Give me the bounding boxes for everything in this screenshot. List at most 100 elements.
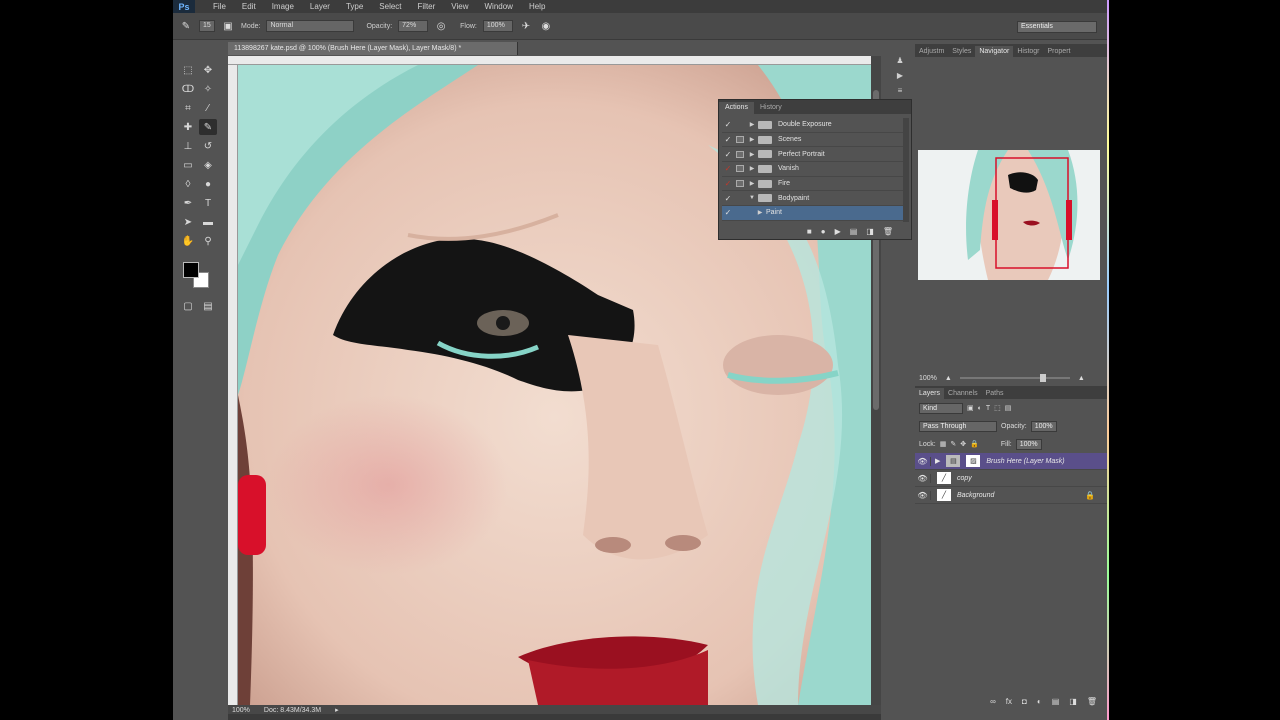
smart-filter-icon[interactable]: ▤ bbox=[1005, 404, 1012, 412]
navigator-zoom-value[interactable]: 100% bbox=[919, 375, 937, 382]
eraser-tool-icon[interactable]: ▭ bbox=[179, 157, 197, 173]
marquee-tool-icon[interactable]: ⬚ bbox=[179, 62, 197, 78]
adjust-filter-icon[interactable]: ◐ bbox=[978, 405, 982, 412]
stop-icon[interactable]: ■ bbox=[807, 227, 812, 236]
toggle-check-icon[interactable]: ✓ bbox=[722, 208, 734, 217]
lock-all-icon[interactable]: 🔒 bbox=[970, 440, 979, 448]
collapse-triangle-icon[interactable]: ▼ bbox=[746, 195, 758, 201]
dodge-tool-icon[interactable]: ● bbox=[199, 176, 217, 192]
dialog-toggle-icon[interactable] bbox=[734, 150, 746, 159]
visibility-eye-icon[interactable]: 👁 bbox=[915, 473, 931, 483]
tab-layers[interactable]: Layers bbox=[915, 388, 945, 399]
kind-filter-select[interactable]: Kind bbox=[919, 402, 963, 414]
shape-tool-icon[interactable]: ▬ bbox=[199, 214, 217, 230]
crop-tool-icon[interactable]: ⌗ bbox=[179, 100, 197, 116]
navigator-preview[interactable] bbox=[918, 150, 1100, 280]
adjustment-layer-icon[interactable]: ◐ bbox=[1037, 697, 1042, 706]
actions-panel-icon[interactable]: ▶ bbox=[897, 71, 903, 80]
toggle-check-icon[interactable]: ✓ bbox=[722, 179, 734, 188]
new-set-icon[interactable]: ▤ bbox=[850, 227, 858, 236]
type-tool-icon[interactable]: T bbox=[199, 195, 217, 211]
layer-opacity-field[interactable]: 100% bbox=[1030, 420, 1057, 432]
dialog-toggle-icon[interactable] bbox=[734, 179, 746, 188]
expand-triangle-icon[interactable]: ▶ bbox=[746, 151, 758, 158]
path-select-tool-icon[interactable]: ➤ bbox=[179, 214, 197, 230]
fx-icon[interactable]: fx bbox=[1006, 697, 1012, 706]
layer-thumbnail[interactable]: ╱ bbox=[937, 489, 951, 501]
action-set-bodypaint[interactable]: ✓ ▼ Bodypaint bbox=[722, 191, 904, 207]
layer-fill-field[interactable]: 100% bbox=[1015, 438, 1042, 450]
delete-icon[interactable]: 🗑 bbox=[883, 227, 893, 236]
layer-row[interactable]: 👁 ╱ Background 🔒 bbox=[915, 487, 1107, 504]
tab-styles[interactable]: Styles bbox=[948, 46, 975, 57]
menu-window[interactable]: Window bbox=[477, 0, 521, 13]
menu-layer[interactable]: Layer bbox=[302, 0, 338, 13]
brush-tool-icon[interactable]: ✎ bbox=[199, 119, 217, 135]
menu-file[interactable]: File bbox=[205, 0, 234, 13]
canvas-horizontal-scrollbar[interactable] bbox=[228, 714, 881, 720]
toggle-check-icon[interactable]: ✓ bbox=[722, 194, 734, 203]
flow-field[interactable]: 100% bbox=[482, 20, 513, 32]
action-set-perfect-portrait[interactable]: ✓ ▶ Perfect Portrait bbox=[722, 147, 904, 163]
action-set-vanish[interactable]: ✓ ▶ Vanish bbox=[722, 162, 904, 177]
layer-row[interactable]: 👁 ▶ ▤ ▨ Brush Here (Layer Mask) bbox=[915, 453, 1107, 470]
type-filter-icon[interactable]: T bbox=[986, 405, 990, 412]
group-expand-icon[interactable]: ▶ bbox=[935, 457, 940, 465]
add-mask-icon[interactable]: ◘ bbox=[1022, 697, 1027, 706]
layer-row[interactable]: 👁 ╱ copy bbox=[915, 470, 1107, 487]
new-action-icon[interactable]: ◨ bbox=[866, 227, 874, 236]
zoom-slider[interactable] bbox=[959, 374, 1070, 382]
menu-image[interactable]: Image bbox=[264, 0, 302, 13]
blur-tool-icon[interactable]: ◊ bbox=[179, 176, 197, 192]
tab-actions[interactable]: Actions bbox=[719, 102, 754, 114]
brush-size-picker[interactable]: 15 bbox=[199, 20, 215, 32]
zoom-out-icon[interactable]: ▲ bbox=[945, 375, 952, 382]
screen-mode-icon[interactable]: ▤ bbox=[199, 298, 217, 314]
layer-name[interactable]: Brush Here (Layer Mask) bbox=[986, 458, 1064, 465]
menu-help[interactable]: Help bbox=[521, 0, 553, 13]
healing-tool-icon[interactable]: ✚ bbox=[179, 119, 197, 135]
visibility-eye-icon[interactable]: 👁 bbox=[915, 490, 931, 500]
brush-tool-icon[interactable]: ✎ bbox=[179, 19, 193, 33]
properties-panel-icon[interactable]: ≡ bbox=[898, 86, 903, 95]
menu-filter[interactable]: Filter bbox=[410, 0, 444, 13]
tab-paths[interactable]: Paths bbox=[982, 388, 1008, 399]
history-brush-tool-icon[interactable]: ↺ bbox=[199, 138, 217, 154]
menu-view[interactable]: View bbox=[443, 0, 476, 13]
quick-select-tool-icon[interactable]: ✧ bbox=[199, 81, 217, 97]
opacity-field[interactable]: 72% bbox=[398, 20, 429, 32]
layer-name[interactable]: Background bbox=[957, 492, 994, 499]
workspace-select[interactable]: Essentials bbox=[1017, 21, 1097, 33]
tab-history[interactable]: History bbox=[754, 102, 788, 114]
action-paint[interactable]: ✓ ▶ Paint bbox=[722, 206, 904, 221]
actions-scrollbar[interactable] bbox=[903, 118, 909, 222]
eyedropper-tool-icon[interactable]: ⁄ bbox=[199, 100, 217, 116]
dialog-toggle-empty[interactable] bbox=[734, 208, 746, 217]
pen-tool-icon[interactable]: ✒ bbox=[179, 195, 197, 211]
foreground-color-swatch[interactable] bbox=[183, 262, 199, 278]
layer-thumbnail[interactable]: ╱ bbox=[937, 472, 951, 484]
blend-mode-select[interactable]: Pass Through bbox=[919, 420, 997, 432]
lock-position-icon[interactable]: ✥ bbox=[960, 440, 966, 448]
shape-filter-icon[interactable]: ⬚ bbox=[994, 404, 1001, 412]
delete-layer-icon[interactable]: 🗑 bbox=[1087, 697, 1097, 706]
lock-transparent-icon[interactable]: ▦ bbox=[940, 440, 947, 448]
toggle-check-icon[interactable]: ✓ bbox=[722, 120, 734, 129]
zoom-slider-thumb[interactable] bbox=[1039, 374, 1046, 382]
menu-edit[interactable]: Edit bbox=[234, 0, 264, 13]
layer-name[interactable]: copy bbox=[957, 475, 972, 482]
expand-triangle-icon[interactable]: ▶ bbox=[746, 136, 758, 143]
toggle-check-icon[interactable]: ✓ bbox=[722, 150, 734, 159]
tab-adjustments[interactable]: Adjustm bbox=[915, 46, 948, 57]
lasso-tool-icon[interactable]: ↀ bbox=[179, 81, 197, 97]
expand-triangle-icon[interactable]: ▶ bbox=[746, 180, 758, 187]
move-tool-icon[interactable]: ✥ bbox=[199, 62, 217, 78]
new-layer-icon[interactable]: ◨ bbox=[1069, 697, 1077, 706]
tab-navigator[interactable]: Navigator bbox=[975, 46, 1014, 57]
bucket-tool-icon[interactable]: ◈ bbox=[199, 157, 217, 173]
quick-mask-icon[interactable]: ▢ bbox=[179, 298, 197, 314]
menu-select[interactable]: Select bbox=[371, 0, 409, 13]
toggle-check-icon[interactable]: ✓ bbox=[722, 135, 734, 144]
toggle-check-icon[interactable]: ✓ bbox=[722, 164, 734, 173]
dialog-toggle-icon[interactable] bbox=[734, 135, 746, 144]
